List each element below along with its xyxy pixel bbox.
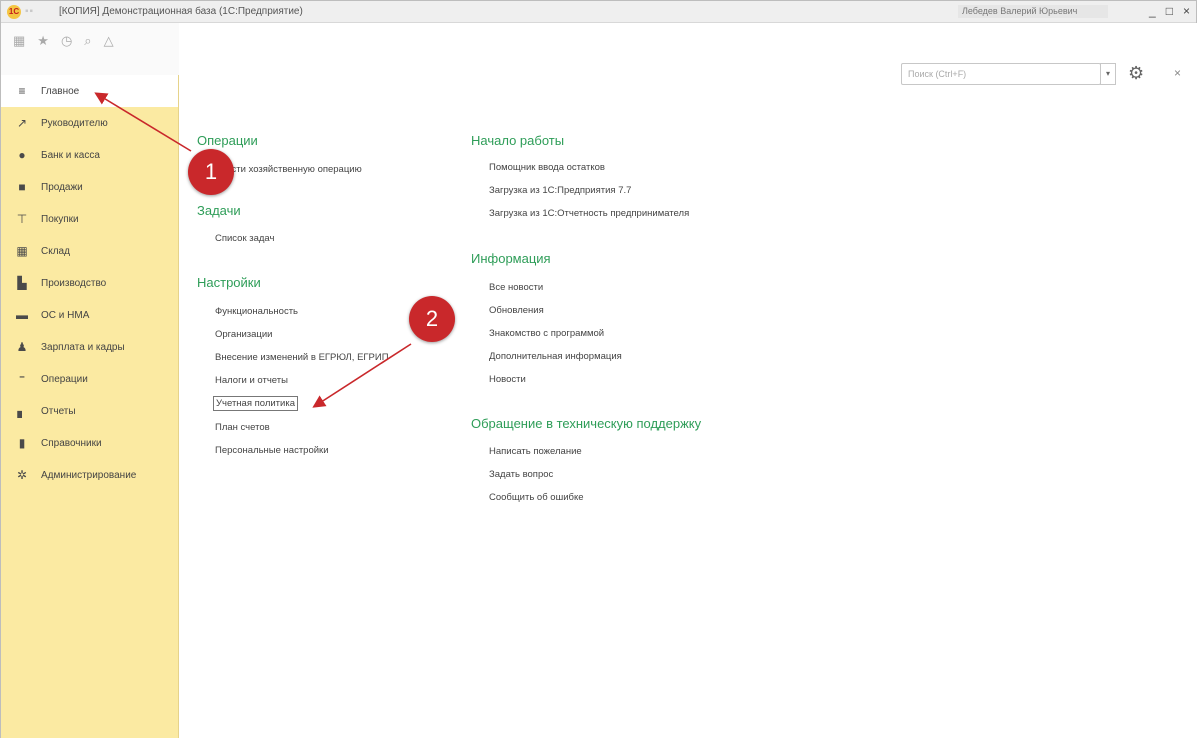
sidebar-item-admin[interactable]: ✲ Администрирование — [1, 459, 178, 491]
sidebar-item-label: Покупки — [41, 213, 79, 225]
sidebar-item-purchases[interactable]: ⊤ Покупки — [1, 203, 178, 235]
link-import-entrepreneur[interactable]: Загрузка из 1С:Отчетность предпринимател… — [489, 208, 689, 219]
main-content: Поиск (Ctrl+F) ▾ ⚙ × Операции Ввести хоз… — [179, 23, 1197, 738]
sidebar-item-label: Зарплата и кадры — [41, 341, 125, 353]
link-personal-settings[interactable]: Персональные настройки — [215, 445, 329, 456]
link-updates[interactable]: Обновления — [489, 305, 544, 316]
sidebar-item-payroll[interactable]: ♟ Зарплата и кадры — [1, 331, 178, 363]
link-opening-balances[interactable]: Помощник ввода остатков — [489, 162, 605, 173]
title-bar: 1С ▪▪ [КОПИЯ] Демонстрационная база (1С:… — [1, 1, 1196, 23]
person-icon: ♟ — [16, 340, 28, 354]
sidebar-item-label: Справочники — [41, 437, 102, 449]
window-title: [КОПИЯ] Демонстрационная база (1С:Предпр… — [59, 6, 303, 17]
link-news[interactable]: Новости — [489, 374, 526, 385]
link-enter-operation[interactable]: Ввести хозяйственную операцию — [215, 164, 362, 175]
section-title-getting-started: Начало работы — [471, 133, 565, 148]
bank-icon: ● — [18, 148, 26, 162]
bag-icon: ■ — [18, 180, 26, 194]
star-icon[interactable]: ★ — [37, 33, 49, 49]
link-task-list[interactable]: Список задач — [215, 233, 274, 244]
menu-icon: ≡ — [18, 84, 26, 98]
close-icon[interactable]: × — [1174, 66, 1181, 80]
minimize-button[interactable]: _ — [1149, 4, 1156, 18]
link-all-news[interactable]: Все новости — [489, 282, 543, 293]
annotation-marker-1: 1 — [188, 149, 234, 195]
sidebar-item-operations[interactable]: ⁼ Операции — [1, 363, 178, 395]
sidebar-item-label: Руководителю — [41, 117, 108, 129]
sidebar-item-assets[interactable]: ▬ ОС и НМА — [1, 299, 178, 331]
app-window: 1С ▪▪ [КОПИЯ] Демонстрационная база (1С:… — [0, 0, 1197, 738]
sidebar-item-bank[interactable]: ● Банк и касса — [1, 139, 178, 171]
sidebar-item-sales[interactable]: ■ Продажи — [1, 171, 178, 203]
sidebar-item-catalogs[interactable]: ▮ Справочники — [1, 427, 178, 459]
sections-sidebar: ≡ Главное ↗ Руководителю ● Банк и касса ■ Пр… — [1, 75, 179, 738]
link-organizations[interactable]: Организации — [215, 329, 272, 340]
sidebar-item-main[interactable]: ≡ Главное — [1, 75, 178, 107]
link-ask-question[interactable]: Задать вопрос — [489, 469, 553, 480]
maximize-button[interactable]: □ — [1166, 4, 1173, 18]
search-dropdown-button[interactable]: ▾ — [1100, 63, 1116, 85]
sidebar-item-label: Склад — [41, 245, 70, 257]
admin-gear-icon: ✲ — [16, 468, 28, 482]
cart-icon: ⊤ — [16, 212, 28, 226]
link-intro[interactable]: Знакомство с программой — [489, 328, 604, 339]
annotation-marker-2: 2 — [409, 296, 455, 342]
sidebar-item-label: Операции — [41, 373, 88, 385]
close-window-button[interactable]: × — [1183, 4, 1190, 18]
section-title-tasks: Задачи — [197, 203, 241, 218]
sidebar-item-label: Главное — [41, 85, 80, 97]
app-logo-icon[interactable]: 1С — [7, 4, 21, 19]
section-title-settings: Настройки — [197, 275, 261, 290]
link-chart-of-accounts[interactable]: План счетов — [215, 422, 270, 433]
section-title-information: Информация — [471, 251, 551, 266]
book-icon: ▮ — [18, 436, 26, 450]
link-functionality[interactable]: Функциональность — [215, 306, 298, 317]
history-icon[interactable]: ◷ — [61, 33, 72, 49]
sidebar-item-reports[interactable]: ▖ Отчеты — [1, 395, 178, 427]
bell-icon[interactable]: △ — [104, 33, 114, 49]
link-report-error[interactable]: Сообщить об ошибке — [489, 492, 584, 503]
section-title-operations: Операции — [197, 133, 258, 148]
current-user[interactable]: Лебедев Валерий Юрьевич — [958, 5, 1108, 18]
gear-icon[interactable]: ⚙ — [1128, 63, 1144, 84]
link-taxes-reports[interactable]: Налоги и отчеты — [215, 375, 288, 386]
sidebar-item-label: Банк и касса — [41, 149, 100, 161]
sidebar-item-manager[interactable]: ↗ Руководителю — [1, 107, 178, 139]
operations-icon: ⁼ — [18, 372, 26, 386]
panel-toolbar: ▦ ★ ◷ ⌕ △ — [1, 23, 179, 75]
toolbar-dots-icon: ▪▪ — [25, 6, 35, 17]
link-write-wish[interactable]: Написать пожелание — [489, 446, 582, 457]
sidebar-item-label: Отчеты — [41, 405, 76, 417]
sidebar-item-label: ОС и НМА — [41, 309, 90, 321]
warehouse-icon: ▦ — [16, 244, 28, 258]
link-additional-info[interactable]: Дополнительная информация — [489, 351, 622, 362]
sidebar-item-production[interactable]: ▙ Производство — [1, 267, 178, 299]
sidebar-item-label: Производство — [41, 277, 107, 289]
link-egrul-changes[interactable]: Внесение изменений в ЕГРЮЛ, ЕГРИП — [215, 352, 389, 363]
factory-icon: ▙ — [17, 276, 27, 290]
section-title-support: Обращение в техническую поддержку — [471, 416, 702, 431]
link-accounting-policy[interactable]: Учетная политика — [213, 396, 298, 411]
search-icon[interactable]: ⌕ — [84, 33, 91, 49]
apps-icon[interactable]: ▦ — [13, 33, 25, 49]
truck-icon: ▬ — [16, 308, 28, 322]
trend-icon: ↗ — [16, 116, 28, 130]
sidebar-item-label: Администрирование — [41, 469, 137, 481]
link-import-77[interactable]: Загрузка из 1С:Предприятия 7.7 — [489, 185, 631, 196]
search-input[interactable]: Поиск (Ctrl+F) — [901, 63, 1101, 85]
report-icon: ▖ — [17, 404, 27, 418]
sidebar-item-label: Продажи — [41, 181, 83, 193]
window-controls: _ □ × — [1149, 4, 1190, 18]
sidebar-item-warehouse[interactable]: ▦ Склад — [1, 235, 178, 267]
